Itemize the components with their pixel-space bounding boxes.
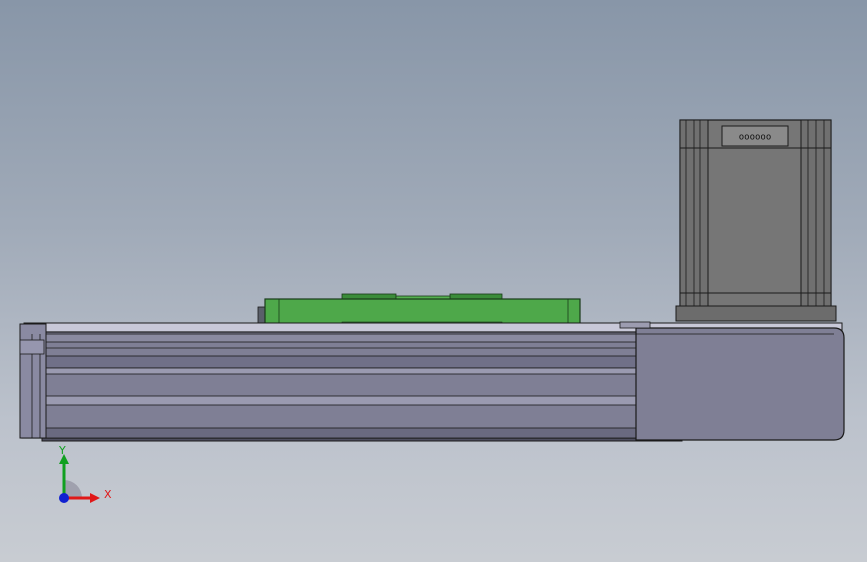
carriage-plate xyxy=(264,298,581,325)
cad-viewport[interactable]: oooooo Y X xyxy=(0,0,867,562)
carriage[interactable] xyxy=(257,293,581,327)
y-axis-label: Y xyxy=(58,444,66,457)
stepper-motor[interactable]: oooooo xyxy=(675,119,837,322)
z-axis-dot xyxy=(59,493,69,503)
linear-actuator-model[interactable]: oooooo xyxy=(0,0,867,562)
motor-flange xyxy=(675,305,837,322)
orientation-triad: Y X xyxy=(58,444,112,503)
connector-pins-label: oooooo xyxy=(739,133,772,143)
motor-housing-block xyxy=(635,327,845,441)
x-axis-label: X xyxy=(104,488,112,501)
x-axis-arrowhead xyxy=(90,493,100,503)
rail-profile[interactable] xyxy=(19,321,845,442)
